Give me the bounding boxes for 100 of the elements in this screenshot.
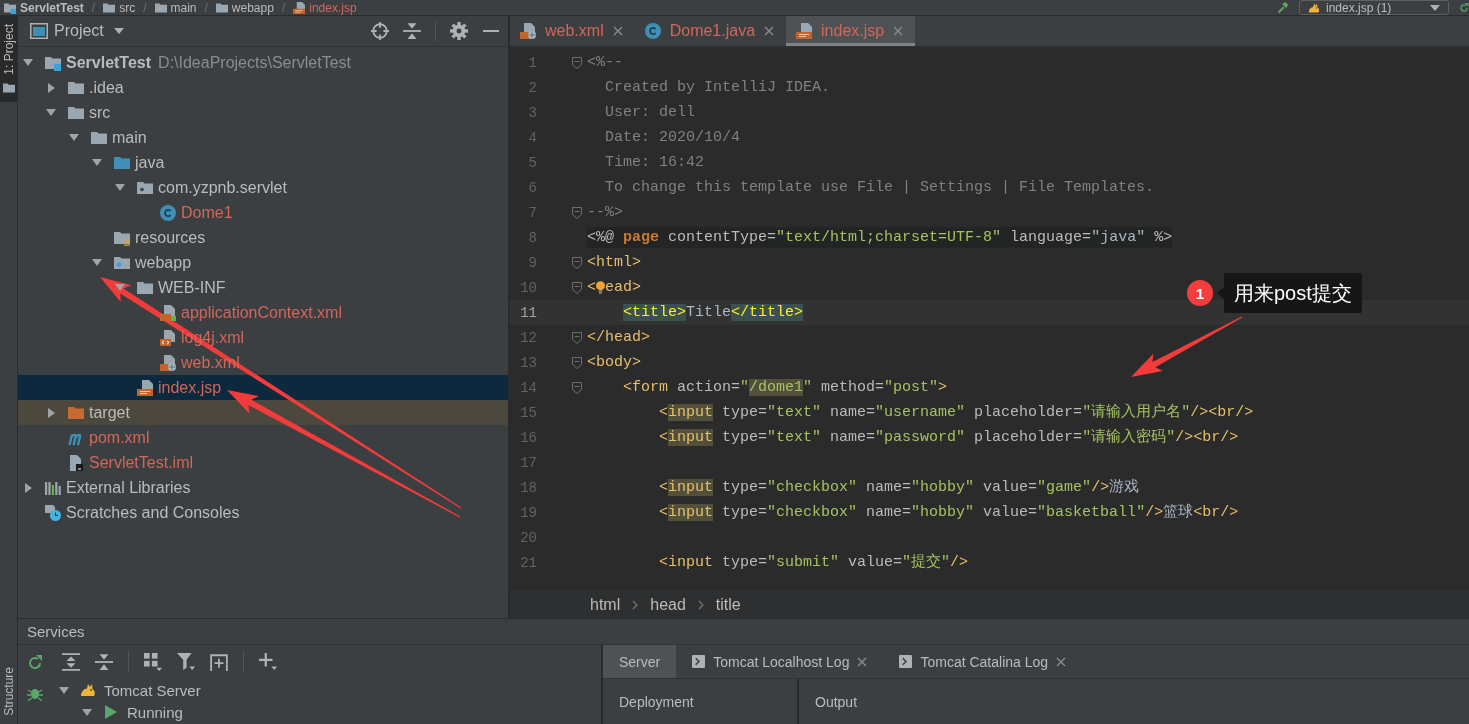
tree-item[interactable]: Dome1 <box>137 200 233 225</box>
fold-icon[interactable] <box>572 331 582 344</box>
expand-all-icon[interactable] <box>62 653 80 671</box>
caret-right-icon[interactable] <box>47 407 55 418</box>
web-folder-icon <box>114 254 130 271</box>
tree-item[interactable]: index.jsp <box>114 375 222 400</box>
code-line: < <box>587 278 596 298</box>
caret-down-icon[interactable] <box>59 686 69 694</box>
tree-item[interactable]: target <box>45 400 130 425</box>
xml-file-icon <box>160 354 176 371</box>
tree-item[interactable]: Scratches and Consoles <box>22 500 240 525</box>
close-icon[interactable] <box>612 26 623 36</box>
code-line: <input type="text" name="password" placeholder="请输入密码"/><br/> <box>659 427 1239 448</box>
caret-down-icon[interactable] <box>1430 4 1440 11</box>
lightbulb-icon[interactable] <box>596 281 605 294</box>
collapse-all-icon[interactable] <box>95 653 113 671</box>
filter-icon[interactable] <box>177 653 195 671</box>
line-number: 12 <box>519 329 537 346</box>
collapse-all-icon[interactable] <box>403 22 421 40</box>
breadcrumb-item[interactable]: title <box>715 595 741 614</box>
tree-item[interactable]: Running <box>81 703 183 721</box>
project-folder-icon <box>45 54 61 71</box>
caret-down-icon[interactable] <box>23 59 33 66</box>
breadcrumb-item[interactable]: webapp <box>215 0 274 15</box>
editor-tab[interactable]: web.xml <box>510 16 635 46</box>
panel-tab[interactable]: Tomcat Localhost Log <box>676 645 884 678</box>
crosshair-icon[interactable] <box>371 22 389 40</box>
hammer-icon[interactable] <box>1277 1 1289 14</box>
tree-item[interactable]: pom.xml <box>45 425 150 450</box>
line-number: 11 <box>519 304 537 321</box>
tool-window-tab[interactable]: 1: Project <box>0 16 17 102</box>
tree-item[interactable]: com.yzpnb.servlet <box>114 175 287 200</box>
fold-icon[interactable] <box>572 381 582 394</box>
close-icon[interactable] <box>1056 656 1067 667</box>
xml-file-icon <box>520 23 536 39</box>
circular-arrow-icon[interactable] <box>1459 1 1469 14</box>
run-config-dropdown[interactable]: index.jsp (1) <box>1299 0 1449 15</box>
tree-item[interactable]: External Libraries <box>22 475 191 500</box>
fold-icon[interactable] <box>572 256 582 269</box>
caret-down-icon[interactable] <box>115 184 125 191</box>
breadcrumb-item[interactable]: head <box>650 595 686 614</box>
fold-icon[interactable] <box>572 206 582 219</box>
caret-down-icon[interactable] <box>113 28 124 34</box>
breadcrumb-item[interactable]: html <box>590 595 621 614</box>
close-icon[interactable] <box>764 26 775 36</box>
tree-item[interactable]: applicationContext.xml <box>137 300 342 325</box>
grid-icon[interactable] <box>144 653 162 671</box>
code-line: <%-- <box>587 53 623 73</box>
pane-title: Deployment <box>619 693 694 710</box>
tree-item[interactable]: ServletTest.iml <box>45 450 194 475</box>
jsp-file-icon <box>796 23 813 39</box>
annotation-callout: 用来post提交 <box>1217 273 1362 313</box>
settings-icon[interactable] <box>450 22 468 40</box>
caret-right-icon[interactable] <box>47 82 55 93</box>
close-icon[interactable] <box>857 656 868 667</box>
caret-down-icon[interactable] <box>82 708 92 716</box>
caret-down-icon[interactable] <box>46 109 56 116</box>
code-line: Time: 16:42 <box>605 153 705 173</box>
code-line: <html> <box>587 253 641 273</box>
caret-down-icon[interactable] <box>69 134 79 141</box>
editor-tab[interactable]: Dome1.java <box>634 16 787 46</box>
tool-window-tab[interactable]: Structure <box>0 659 17 724</box>
caret-right-icon[interactable] <box>24 482 32 493</box>
tree-item[interactable]: WEB-INF <box>114 275 226 300</box>
line-number: 4 <box>527 129 537 146</box>
folder-icon <box>103 1 116 14</box>
tree-item[interactable]: Tomcat Server <box>58 681 201 699</box>
view-selector[interactable]: Project <box>54 22 124 40</box>
code-line: To change this template use File | Settings | File Templates. <box>605 178 1155 198</box>
circular-arrow-icon[interactable] <box>27 655 43 671</box>
folder-icon <box>137 279 153 296</box>
tree-item[interactable]: main <box>68 125 147 150</box>
breadcrumb-item[interactable]: index.jsp <box>293 0 357 15</box>
breadcrumb-item[interactable]: ServletTest <box>4 0 84 15</box>
code-line: User: dell <box>605 103 695 123</box>
code-line: <body> <box>587 353 641 373</box>
fold-icon[interactable] <box>572 281 582 294</box>
close-icon[interactable] <box>893 26 904 36</box>
line-number: 17 <box>519 454 537 471</box>
minimize-icon[interactable] <box>482 30 500 32</box>
tree-item[interactable]: ServletTest D:\IdeaProjects\ServletTest <box>22 50 352 75</box>
tree-item[interactable]: webapp <box>91 250 192 275</box>
tree-item[interactable]: .idea <box>45 75 124 100</box>
fold-icon[interactable] <box>572 56 582 69</box>
code-line: ead> <box>605 278 642 298</box>
frame-plus-icon[interactable] <box>210 653 228 671</box>
caret-down-icon[interactable] <box>92 259 102 266</box>
panel-tab[interactable]: Server <box>603 645 677 678</box>
tree-item[interactable]: java <box>91 150 165 175</box>
tree-item[interactable]: resources <box>91 225 206 250</box>
code-line: <title>Title</title> <box>623 303 804 323</box>
breadcrumb-item[interactable]: main <box>154 0 197 15</box>
folder-icon <box>68 404 84 421</box>
fold-icon[interactable] <box>572 356 582 369</box>
plus-icon[interactable] <box>259 653 277 671</box>
tree-item[interactable]: src <box>45 100 111 125</box>
panel-tab[interactable]: Tomcat Catalina Log <box>883 645 1083 678</box>
caret-down-icon[interactable] <box>92 159 102 166</box>
line-number: 6 <box>527 179 537 196</box>
breadcrumb-item[interactable]: src <box>103 0 136 15</box>
